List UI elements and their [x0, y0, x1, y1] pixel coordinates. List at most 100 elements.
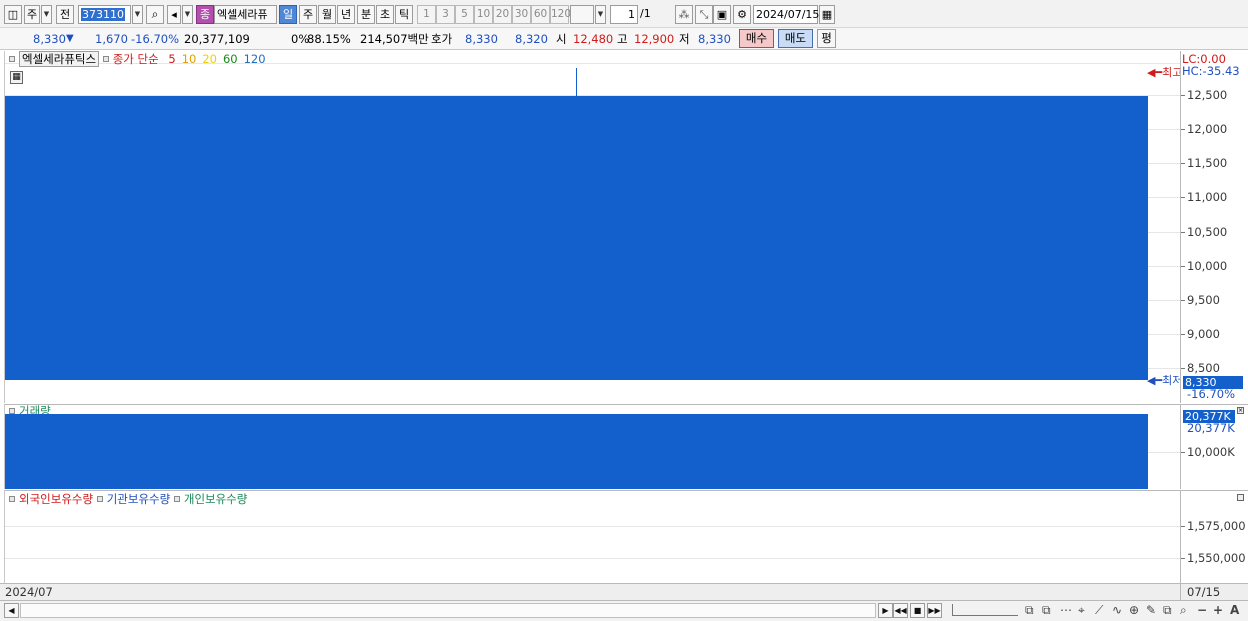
ma-period-3[interactable]: 60 [223, 52, 238, 66]
ma-period-0[interactable]: 5 [168, 52, 175, 66]
holdings-pane[interactable]: 외국인보유수량 기관보유수량 개인보유수량 [4, 490, 1180, 583]
price-tick-label: 10,000 [1187, 259, 1228, 273]
zoom-out-icon[interactable]: − [1197, 603, 1207, 618]
price-candle[interactable] [5, 96, 1148, 380]
zoom-search-icon[interactable]: ⌕ [1180, 603, 1187, 618]
ma-period-4[interactable]: 120 [244, 52, 266, 66]
badge-icon[interactable]: 종 [196, 5, 214, 24]
candle-high-wick [576, 68, 577, 96]
crosshair-icon[interactable]: ⌖ [1078, 603, 1085, 618]
low-label: 저 [679, 32, 690, 46]
interval-button-2[interactable]: 5 [455, 5, 474, 24]
interval-button-3[interactable]: 10 [474, 5, 493, 24]
period-code-select[interactable]: 주 [24, 5, 40, 24]
sound-icon[interactable]: ◂ [167, 5, 181, 24]
interval-button-0[interactable]: 1 [417, 5, 436, 24]
buy-button[interactable]: 매수 [739, 29, 774, 48]
ma-period-1[interactable]: 10 [182, 52, 197, 66]
stop-icon[interactable]: ■ [910, 603, 925, 618]
unit-dropdown-icon[interactable]: ▼ [595, 5, 606, 24]
price-tick-label: 9,500 [1187, 293, 1220, 307]
legend-square-icon[interactable] [102, 56, 109, 62]
copy-icon[interactable]: ⧉ [1163, 603, 1172, 618]
period-button-0[interactable]: 일 [279, 5, 297, 24]
legend-individual[interactable]: 개인보유수량 [184, 492, 247, 506]
window-icon[interactable]: ⧉ [1025, 603, 1034, 618]
interval-button-6[interactable]: 60 [531, 5, 550, 24]
calendar-icon[interactable]: ▦ [819, 5, 835, 24]
interval-button-4[interactable]: 20 [493, 5, 512, 24]
change-percent: -16.70% [131, 32, 179, 46]
zoom-slider[interactable] [952, 604, 1018, 616]
price-tick-label: 12,000 [1187, 122, 1228, 136]
interval-button-7[interactable]: 120 [550, 5, 571, 24]
ma-period-2[interactable]: 20 [202, 52, 217, 66]
date-input[interactable]: 2024/07/15 [753, 5, 819, 24]
fibonacci-icon[interactable]: ⊕ [1129, 603, 1139, 618]
holdings-axis[interactable]: 1,575,000 1,550,000 [1180, 490, 1248, 583]
period-button-3[interactable]: 년 [337, 5, 355, 24]
eval-button[interactable]: 평 [817, 29, 836, 48]
volume-bar[interactable] [5, 414, 1148, 489]
compare-icon[interactable]: ⁂ [675, 5, 693, 24]
sell-button[interactable]: 매도 [778, 29, 813, 48]
period-button-1[interactable]: 주 [299, 5, 317, 24]
wave-icon[interactable]: ∿ [1112, 603, 1122, 618]
stock-code-dropdown-icon[interactable]: ▼ [132, 5, 143, 24]
open-label: 시 [556, 32, 567, 46]
period-button-6[interactable]: 틱 [395, 5, 413, 24]
pane-close-icon[interactable] [1237, 494, 1244, 501]
draw-line-icon[interactable]: ⤡ [695, 5, 713, 24]
legend-square-icon[interactable] [9, 56, 15, 62]
table-view-icon[interactable]: ▦ [10, 71, 23, 84]
bottom-control-bar: ◀ ▶ ◀◀ ■ ▶▶ ⧉ ⧉ ⋯ ⌖ ⟋ ∿ ⊕ ✎ ⧉ ⌕ − + A [0, 601, 1248, 621]
stock-code-input[interactable]: 373110 [78, 5, 131, 24]
price-axis[interactable]: LC:0.00 HC:-35.43 8,500 9,000 9,500 10,000 1… [1180, 51, 1248, 403]
gridline [5, 526, 1180, 527]
legend-institution[interactable]: 기관보유수량 [107, 492, 170, 506]
grid-icon[interactable]: ⋯ [1060, 603, 1072, 618]
period-button-4[interactable]: 분 [357, 5, 375, 24]
change-direction-icon: ▼ [66, 33, 74, 44]
period-button-2[interactable]: 월 [318, 5, 336, 24]
change-value: 1,670 [95, 32, 128, 46]
window-split-icon[interactable]: ⧉ [1042, 603, 1051, 618]
sound-dropdown-icon[interactable]: ▼ [182, 5, 193, 24]
legend-square-icon[interactable] [173, 496, 180, 502]
unit-select[interactable] [570, 5, 594, 24]
interval-button-1[interactable]: 3 [436, 5, 455, 24]
legend-square-icon[interactable] [96, 496, 103, 502]
price-pane[interactable]: 엑셀세라퓨틱스 종가 단순 5 10 20 60 120 ▦ ◀━최고 ◀━최저 [4, 51, 1182, 403]
scroll-left-icon[interactable]: ◀ [4, 603, 19, 618]
text-size-icon[interactable]: A [1230, 603, 1239, 618]
search-icon[interactable]: ⌕ [146, 5, 164, 24]
fast-forward-icon[interactable]: ▶▶ [927, 603, 942, 618]
horizontal-scrollbar[interactable] [20, 603, 876, 618]
save-icon[interactable]: ▣ [713, 5, 731, 24]
stock-code-value: 373110 [81, 8, 125, 21]
date-axis-divider [1180, 584, 1181, 600]
trend-line-icon[interactable]: ⟋ [1095, 603, 1103, 618]
date-axis-end: 07/15 [1187, 585, 1221, 599]
page-input[interactable]: 1 [610, 5, 638, 24]
scroll-right-icon[interactable]: ▶ [878, 603, 893, 618]
badge-symbol: 종 [199, 8, 211, 21]
stock-tag[interactable]: 엑셀세라퓨틱스 [19, 51, 100, 67]
layout-menu-icon[interactable]: ◫ [4, 5, 22, 24]
prev-button[interactable]: 전 [56, 5, 74, 24]
volume-axis[interactable]: 20,377K × 20,377K 10,000K [1180, 404, 1248, 489]
interval-button-5[interactable]: 30 [512, 5, 531, 24]
settings-gear-icon[interactable]: ⚙ [733, 5, 751, 24]
volume-pane[interactable]: 거래량 [4, 404, 1180, 489]
legend-foreign[interactable]: 외국인보유수량 [19, 492, 93, 506]
rewind-icon[interactable]: ◀◀ [893, 603, 908, 618]
stock-name-button[interactable]: 엑셀세라퓨 [214, 5, 277, 24]
legend-square-icon[interactable] [9, 496, 15, 502]
pane-close-icon[interactable]: × [1237, 407, 1244, 414]
page-value: 1 [628, 8, 635, 21]
zoom-in-icon[interactable]: + [1213, 603, 1223, 618]
note-icon[interactable]: ✎ [1146, 603, 1156, 618]
period-button-5[interactable]: 초 [376, 5, 394, 24]
ma-title[interactable]: 종가 단순 [113, 52, 159, 66]
period-code-dropdown-icon[interactable]: ▼ [41, 5, 52, 24]
